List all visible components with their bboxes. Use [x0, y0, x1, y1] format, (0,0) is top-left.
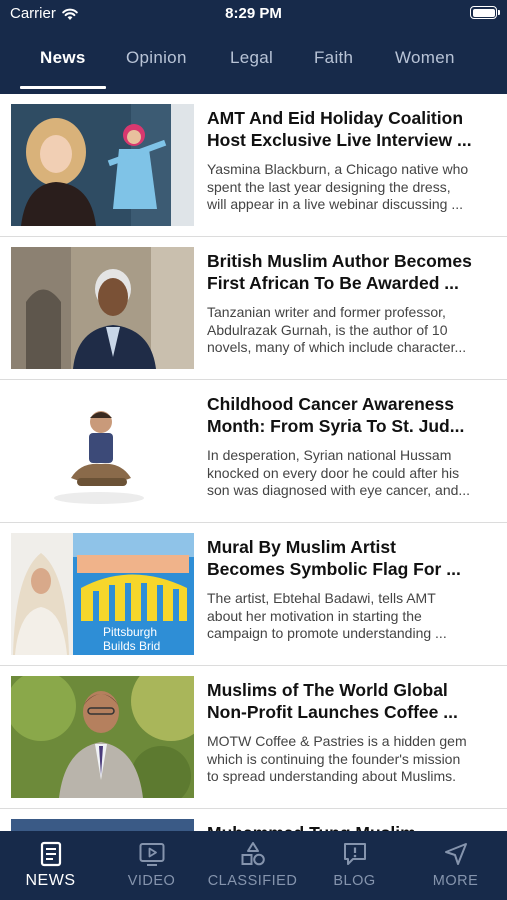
nav-video[interactable]: VIDEO: [101, 841, 202, 889]
article-thumbnail[interactable]: [11, 390, 194, 512]
article-thumbnail[interactable]: [11, 676, 194, 798]
news-icon: [40, 841, 61, 867]
blog-icon: [343, 843, 366, 865]
article-title[interactable]: Muslims of The World Global Non-Profit L…: [207, 679, 499, 723]
bottom-navigation: NEWS VIDEO CLASSIFIED BLOG MORE: [0, 831, 507, 900]
active-tab-indicator: [20, 86, 106, 89]
article-description: Tanzanian writer and former professor, A…: [207, 304, 467, 355]
article-thumbnail[interactable]: [11, 819, 194, 831]
article-description: In desperation, Syrian national Hussam k…: [207, 447, 471, 498]
nav-video-label: VIDEO: [127, 873, 176, 889]
article-item[interactable]: Childhood Cancer Awareness Month: From S…: [0, 380, 507, 523]
article-item[interactable]: Muhammad Tung Muslim: [0, 809, 507, 831]
nav-news[interactable]: NEWS: [0, 841, 101, 890]
nav-blog-label: BLOG: [333, 873, 376, 889]
nav-classified-label: CLASSIFIED: [207, 873, 298, 889]
article-description: MOTW Coffee & Pastries is a hidden gem w…: [207, 733, 467, 784]
article-title[interactable]: British Muslim Author Becomes First Afri…: [207, 250, 499, 294]
article-title[interactable]: AMT And Eid Holiday Coalition Host Exclu…: [207, 107, 499, 151]
article-thumbnail[interactable]: Pittsburgh Builds Brid: [11, 533, 194, 655]
classified-icon: [241, 842, 265, 866]
tab-women[interactable]: Women: [395, 48, 455, 68]
tab-faith[interactable]: Faith: [314, 48, 353, 68]
video-icon: [139, 843, 164, 866]
battery-icon: [470, 6, 500, 19]
tab-legal[interactable]: Legal: [230, 48, 273, 68]
app-header: Carrier 8:29 PM News Opinion Legal Faith…: [0, 0, 507, 94]
nav-classified[interactable]: CLASSIFIED: [202, 841, 303, 889]
article-thumbnail[interactable]: [11, 104, 194, 226]
status-time: 8:29 PM: [225, 5, 282, 22]
nav-more[interactable]: MORE: [405, 841, 506, 889]
article-description: Yasmina Blackburn, a Chicago native who …: [207, 161, 469, 212]
article-item[interactable]: British Muslim Author Becomes First Afri…: [0, 237, 507, 380]
nav-blog[interactable]: BLOG: [304, 841, 405, 889]
article-title[interactable]: Muhammad Tung Muslim: [207, 823, 416, 831]
mural-text-line-1: Pittsburgh: [103, 625, 157, 639]
nav-news-label: NEWS: [25, 872, 76, 889]
tab-news[interactable]: News: [40, 48, 86, 68]
article-item[interactable]: Pittsburgh Builds Brid Mural By Muslim A…: [0, 523, 507, 666]
status-bar: Carrier 8:29 PM: [0, 0, 507, 30]
article-title[interactable]: Mural By Muslim Artist Becomes Symbolic …: [207, 536, 499, 580]
tab-opinion[interactable]: Opinion: [126, 48, 187, 68]
article-item[interactable]: AMT And Eid Holiday Coalition Host Exclu…: [0, 94, 507, 237]
news-feed[interactable]: AMT And Eid Holiday Coalition Host Exclu…: [0, 94, 507, 831]
article-description: The artist, Ebtehal Badawi, tells AMT ab…: [207, 590, 447, 641]
article-thumbnail[interactable]: [11, 247, 194, 369]
mural-text-line-2: Builds Brid: [103, 639, 160, 653]
category-tabs: News Opinion Legal Faith Women: [0, 44, 507, 90]
location-arrow-icon: [444, 843, 467, 865]
article-item[interactable]: Muslims of The World Global Non-Profit L…: [0, 666, 507, 809]
nav-more-label: MORE: [432, 873, 479, 889]
article-title[interactable]: Childhood Cancer Awareness Month: From S…: [207, 393, 499, 437]
